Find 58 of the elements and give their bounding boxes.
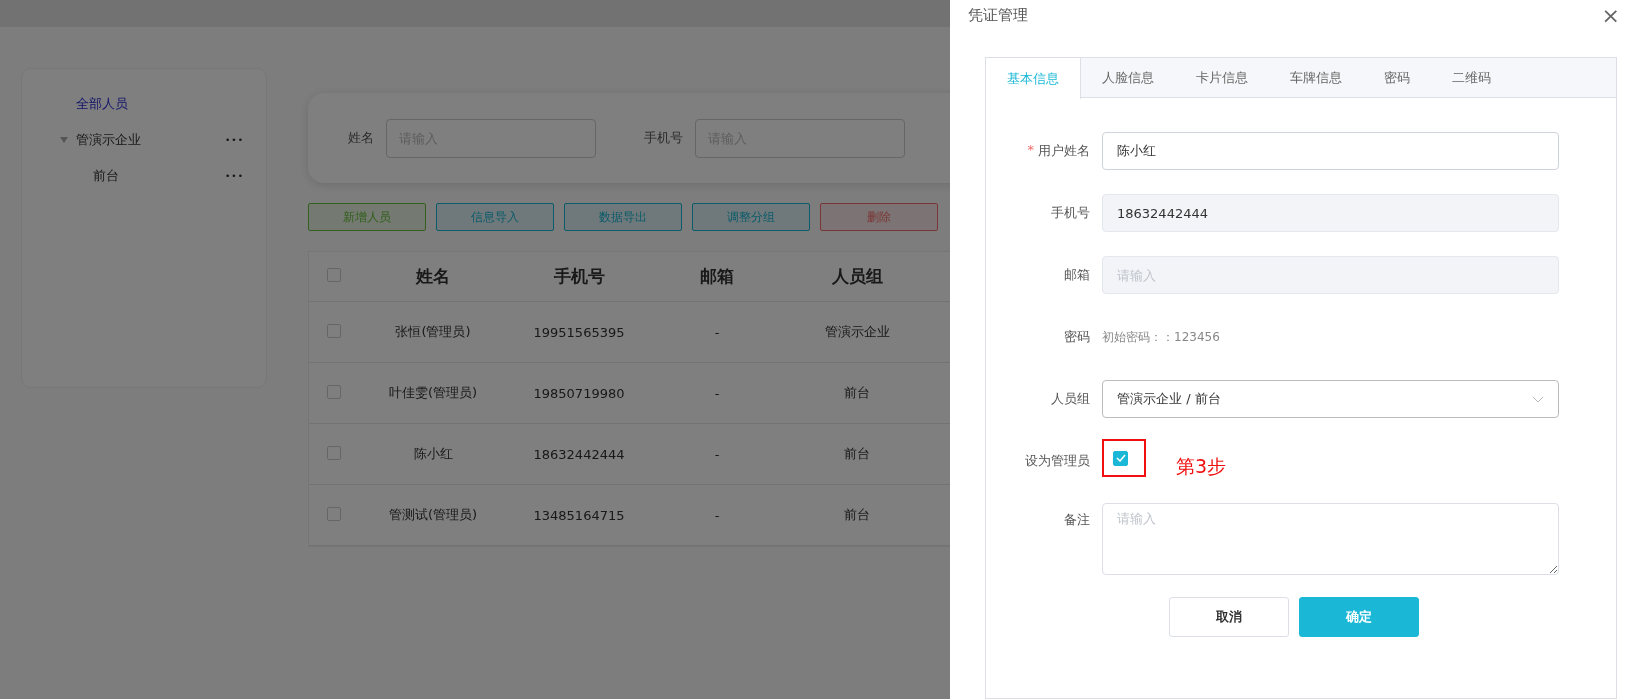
tab[interactable]: 二维码 <box>1431 58 1512 99</box>
required-mark: * <box>1027 142 1034 160</box>
table-cell-text: 18632442444 <box>532 446 626 462</box>
checkbox[interactable] <box>327 445 341 460</box>
table-cell-text: 19951565395 <box>532 324 626 340</box>
table-cell-text: - <box>713 507 721 523</box>
field-label: 姓名 <box>348 129 374 147</box>
field-label: 密码 <box>1064 328 1090 347</box>
field-label: 人员组 <box>1051 390 1090 409</box>
column-header: 手机号 <box>552 265 606 288</box>
table-cell-text: - <box>713 385 721 401</box>
table-cell-text: 陈小红 <box>412 445 454 463</box>
field-label: 设为管理员 <box>1025 452 1090 471</box>
tab[interactable]: 基本信息 <box>986 58 1081 100</box>
confirm-button[interactable]: 确定 <box>1299 597 1419 638</box>
tab[interactable]: 密码 <box>1363 58 1431 99</box>
checkbox[interactable] <box>327 323 341 338</box>
remark-field[interactable]: 请输入 <box>1102 503 1559 576</box>
chevron-down-icon <box>1532 395 1544 403</box>
cancel-button[interactable]: 取消 <box>1169 597 1289 638</box>
field-label: 备注 <box>1064 511 1090 530</box>
tab[interactable]: 卡片信息 <box>1175 58 1269 99</box>
checkbox[interactable] <box>327 268 341 282</box>
tree-item[interactable]: 全部人员 <box>76 95 244 113</box>
table-cell-text: 前台 <box>843 506 871 524</box>
table-cell-text: 管测试(管理员) <box>387 506 479 524</box>
table-cell-text: 19850719980 <box>532 385 626 401</box>
more-icon[interactable]: ••• <box>225 171 244 181</box>
checkbox[interactable] <box>327 506 341 521</box>
field-label: 手机号 <box>1051 204 1090 223</box>
group-select[interactable]: 管演示企业 / 前台 <box>1102 380 1559 419</box>
table-cell-text: 叶佳雯(管理员) <box>387 384 479 402</box>
table-cell-text: - <box>713 324 721 340</box>
drawer-title: 凭证管理 <box>968 6 1028 26</box>
input-field[interactable]: 陈小红 <box>1102 132 1559 171</box>
caret-icon[interactable] <box>60 137 68 143</box>
column-header: 人员组 <box>830 265 884 288</box>
more-icon[interactable]: ••• <box>225 135 244 145</box>
table-cell-text: 前台 <box>843 384 871 402</box>
step-annotation: 第3步 <box>1176 454 1227 480</box>
tab[interactable]: 车牌信息 <box>1269 58 1363 99</box>
column-header: 邮箱 <box>699 265 735 288</box>
checkbox[interactable] <box>327 384 341 399</box>
field-label: 手机号 <box>644 129 683 147</box>
field-label: 用户姓名 <box>1038 142 1090 161</box>
password-hint: 初始密码：：123456 <box>1102 328 1220 346</box>
field-label: 邮箱 <box>1064 266 1090 285</box>
table-cell-text: 13485164715 <box>532 507 626 523</box>
table-cell-text: - <box>713 446 721 462</box>
tab[interactable]: 人脸信息 <box>1081 58 1175 99</box>
table-cell-text: 张恒(管理员) <box>394 323 472 341</box>
tree-item[interactable]: 管演示企业 <box>76 131 226 149</box>
table-cell-text: 前台 <box>843 445 871 463</box>
table-cell-text: 管演示企业 <box>823 323 891 341</box>
tree-item[interactable]: 前台 <box>93 167 226 185</box>
admin-checkbox[interactable] <box>1113 450 1128 466</box>
column-header: 姓名 <box>414 265 451 288</box>
close-button[interactable]: × <box>1601 4 1620 27</box>
